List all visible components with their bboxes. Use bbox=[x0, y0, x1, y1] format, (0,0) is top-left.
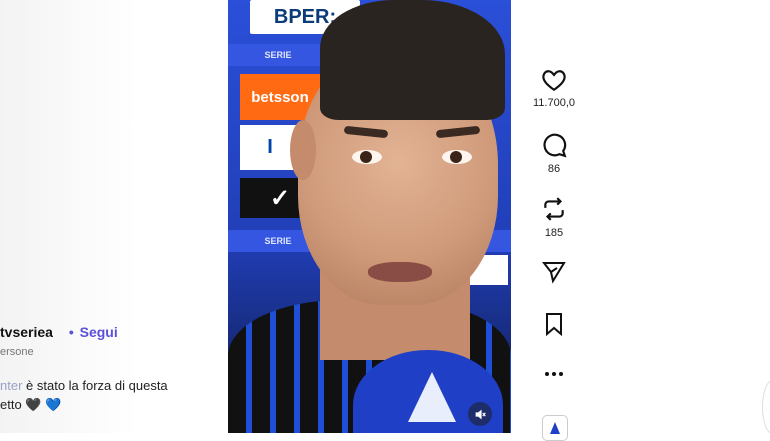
follow-dot: • bbox=[68, 324, 74, 340]
comment-icon bbox=[543, 133, 567, 158]
next-post-button-edge[interactable] bbox=[762, 380, 770, 434]
username[interactable]: tvseriea bbox=[0, 324, 53, 340]
like-action[interactable]: 11.700,0 bbox=[526, 68, 582, 109]
caption-line-2: etto 🖤 💙 bbox=[0, 395, 168, 414]
heart-icon bbox=[542, 70, 566, 92]
follow-button[interactable]: Segui bbox=[80, 324, 118, 340]
black-heart-emoji: 🖤 bbox=[25, 397, 42, 412]
mute-button[interactable] bbox=[468, 402, 492, 426]
caption-mention[interactable]: nter bbox=[0, 378, 22, 393]
right-eye bbox=[442, 150, 472, 164]
like-count: 11.700,0 bbox=[532, 97, 575, 109]
caption-text: nter è stato la forza di questa etto 🖤 💙 bbox=[0, 376, 168, 414]
player-hair bbox=[320, 0, 505, 120]
actions-column: 11.700,0 86 185 bbox=[526, 0, 582, 433]
share-action[interactable] bbox=[526, 260, 582, 284]
repost-icon bbox=[544, 197, 564, 221]
caption-line-2-text: etto bbox=[0, 397, 22, 412]
repost-count: 185 bbox=[544, 227, 564, 239]
player-ear bbox=[290, 120, 316, 180]
speaker-muted-icon bbox=[475, 409, 486, 419]
sponsor-board-serie: SERIE bbox=[228, 44, 328, 66]
audio-label[interactable]: ersone bbox=[0, 346, 34, 358]
send-icon bbox=[541, 262, 566, 284]
audio-source-thumbnail[interactable] bbox=[542, 415, 568, 441]
more-dots-icon bbox=[545, 372, 563, 376]
caption-line-1: nter è stato la forza di questa bbox=[0, 376, 168, 395]
bookmark-icon bbox=[546, 313, 562, 336]
author-row: tvseriea • Segui bbox=[0, 324, 118, 340]
left-background bbox=[0, 0, 228, 433]
more-options-action[interactable] bbox=[526, 368, 582, 380]
comment-action[interactable]: 86 bbox=[526, 132, 582, 175]
blue-heart-emoji: 💙 bbox=[45, 397, 62, 412]
serie-a-mic-logo bbox=[408, 372, 456, 422]
comment-count: 86 bbox=[547, 163, 561, 175]
left-eye bbox=[352, 150, 382, 164]
reel-video[interactable]: BPER: SERIE betsson I ✓ SERIE bbox=[228, 0, 511, 433]
save-action[interactable] bbox=[526, 312, 582, 336]
player-mouth bbox=[368, 262, 432, 282]
caption-line-1-text: è stato la forza di questa bbox=[22, 378, 168, 393]
repost-action[interactable]: 185 bbox=[526, 196, 582, 239]
